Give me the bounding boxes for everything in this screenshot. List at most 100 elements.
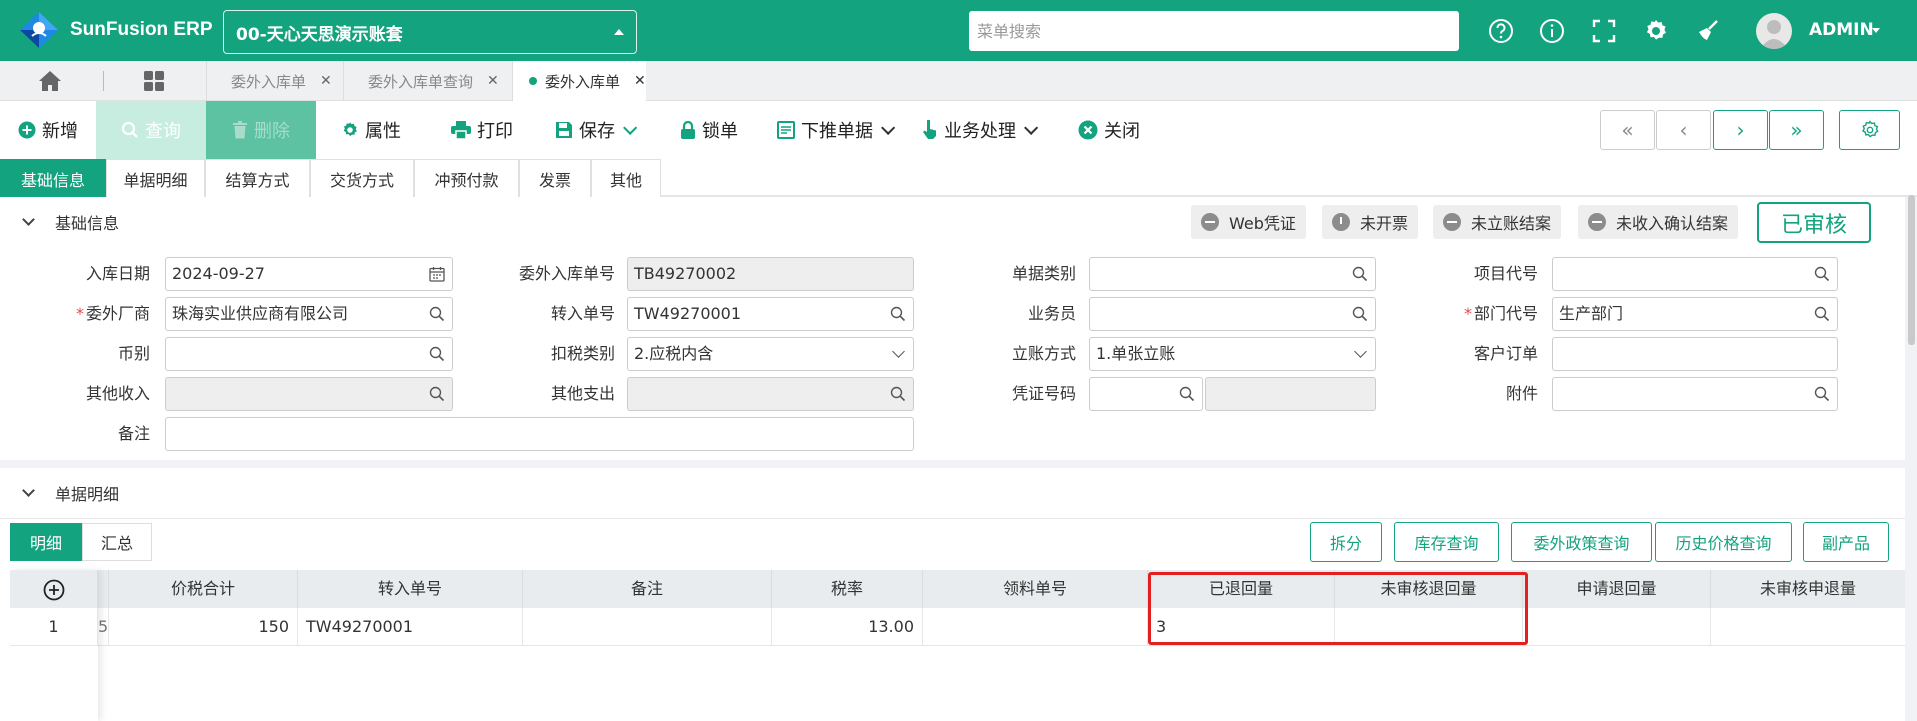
remark-field[interactable] <box>165 417 914 451</box>
transfer-no-field[interactable]: TW49270001 <box>627 297 914 331</box>
search-icon[interactable] <box>429 386 445 402</box>
col-remark-header[interactable]: 备注 <box>523 570 772 608</box>
tab-outsource-receipt-active[interactable]: 委外入库单 ✕ <box>512 61 646 101</box>
tab-outsource-receipt-1[interactable]: 委外入库单 ✕ <box>206 61 343 101</box>
remark-cell[interactable] <box>523 608 772 646</box>
collapse-caret-icon[interactable] <box>22 484 35 497</box>
user-name[interactable]: ADMIN <box>1809 20 1874 40</box>
search-icon[interactable] <box>429 346 445 362</box>
user-menu-caret-icon[interactable] <box>1872 28 1880 33</box>
tax-type-select[interactable]: 2.应税内含 <box>627 337 914 371</box>
clear-cache-broom-icon[interactable] <box>1695 18 1721 44</box>
by-product-button[interactable]: 副产品 <box>1803 522 1889 562</box>
help-icon[interactable] <box>1488 18 1514 44</box>
tab-other[interactable]: 其他 <box>591 159 661 197</box>
first-record-button[interactable]: « <box>1600 110 1655 150</box>
table-row[interactable]: 1 5 150 TW49270001 13.00 3 <box>10 608 1905 646</box>
search-icon[interactable] <box>1814 386 1830 402</box>
in-date-field[interactable]: 2024-09-27 <box>165 257 453 291</box>
search-icon[interactable] <box>1814 266 1830 282</box>
calendar-icon[interactable] <box>429 266 445 282</box>
properties-button[interactable]: 属性 <box>341 101 401 159</box>
next-record-button[interactable]: › <box>1713 110 1768 150</box>
lock-button[interactable]: 锁单 <box>680 101 738 159</box>
tab-basic-info[interactable]: 基础信息 <box>0 159 106 197</box>
doc-type-field[interactable] <box>1089 257 1376 291</box>
basic-info-header[interactable]: 基础信息 <box>0 197 119 247</box>
other-income-field[interactable] <box>165 377 453 411</box>
menu-search-input[interactable] <box>969 11 1459 51</box>
chevron-down-icon[interactable] <box>1354 345 1367 358</box>
search-icon[interactable] <box>429 306 445 322</box>
tab-invoice[interactable]: 发票 <box>519 159 591 197</box>
print-button[interactable]: 打印 <box>451 101 513 159</box>
fullscreen-icon[interactable] <box>1591 18 1617 44</box>
app-grid-icon[interactable] <box>143 70 165 92</box>
voucher-no-field[interactable] <box>1089 377 1203 411</box>
search-icon[interactable] <box>1352 266 1368 282</box>
home-icon[interactable] <box>38 70 62 92</box>
tab-detail[interactable]: 明细 <box>10 523 82 561</box>
close-icon[interactable]: ✕ <box>634 73 646 89</box>
col-tax-rate-header[interactable]: 税率 <box>772 570 923 608</box>
last-record-button[interactable]: » <box>1769 110 1824 150</box>
apply-return-cell[interactable] <box>1523 608 1711 646</box>
outsource-policy-query-button[interactable]: 委外政策查询 <box>1511 522 1652 562</box>
tab-summary[interactable]: 汇总 <box>82 523 152 561</box>
app-logo[interactable]: SunFusion ERP <box>18 10 213 50</box>
chevron-down-icon[interactable] <box>881 120 896 135</box>
new-button[interactable]: 新增 <box>18 101 78 159</box>
settings-gear-icon[interactable] <box>1643 18 1669 44</box>
unaudited-apply-cell[interactable] <box>1711 608 1905 646</box>
transfer-no-cell[interactable]: TW49270001 <box>298 608 523 646</box>
tab-settlement[interactable]: 结算方式 <box>205 159 310 197</box>
collapse-caret-icon[interactable] <box>22 213 35 226</box>
tab-outsource-receipt-query[interactable]: 委外入库单查询 ✕ <box>343 61 512 101</box>
page-scrollbar[interactable] <box>1908 195 1915 345</box>
history-price-query-button[interactable]: 历史价格查询 <box>1655 522 1792 562</box>
delete-button[interactable]: 删除 <box>206 101 316 159</box>
account-mode-select[interactable]: 1.单张立账 <box>1089 337 1376 371</box>
tab-document-detail[interactable]: 单据明细 <box>106 159 205 197</box>
doc-no-field[interactable]: TB49270002 <box>627 257 914 291</box>
business-process-button[interactable]: 业务处理 <box>922 101 1039 159</box>
tax-rate-cell[interactable]: 13.00 <box>772 608 923 646</box>
search-icon[interactable] <box>890 306 906 322</box>
currency-field[interactable] <box>165 337 453 371</box>
search-icon[interactable] <box>1352 306 1368 322</box>
previous-record-button[interactable]: ‹ <box>1656 110 1711 150</box>
account-select[interactable]: 00-天心天思演示账套 <box>223 10 637 54</box>
user-avatar[interactable] <box>1756 13 1792 49</box>
chevron-down-icon[interactable] <box>1024 120 1039 135</box>
tab-delivery[interactable]: 交货方式 <box>310 159 414 197</box>
total-cell[interactable]: 150 <box>109 608 298 646</box>
pick-no-cell[interactable] <box>923 608 1148 646</box>
inventory-query-button[interactable]: 库存查询 <box>1394 522 1499 562</box>
toolbar-settings-button[interactable] <box>1839 110 1900 150</box>
project-code-field[interactable] <box>1552 257 1838 291</box>
push-down-button[interactable]: 下推单据 <box>777 101 896 159</box>
close-icon[interactable]: ✕ <box>320 73 332 89</box>
close-icon[interactable]: ✕ <box>487 73 499 89</box>
query-button[interactable]: 查询 <box>96 101 206 159</box>
search-icon[interactable] <box>890 386 906 402</box>
col-pick-no-header[interactable]: 领料单号 <box>923 570 1148 608</box>
split-button[interactable]: 拆分 <box>1310 522 1382 562</box>
info-icon[interactable] <box>1539 18 1565 44</box>
chevron-down-icon[interactable] <box>892 345 905 358</box>
col-unaudited-apply-header[interactable]: 未审核申退量 <box>1711 570 1905 608</box>
chevron-down-icon[interactable] <box>623 120 638 135</box>
customer-order-field[interactable] <box>1552 337 1838 371</box>
attachment-field[interactable] <box>1552 377 1838 411</box>
search-icon[interactable] <box>1179 386 1195 402</box>
col-total-header[interactable]: 价税合计 <box>109 570 298 608</box>
vendor-field[interactable]: 珠海实业供应商有限公司 <box>165 297 453 331</box>
voucher-detail-field[interactable] <box>1205 377 1376 411</box>
dept-code-field[interactable]: 生产部门 <box>1552 297 1838 331</box>
search-icon[interactable] <box>1814 306 1830 322</box>
document-detail-header[interactable]: 单据明细 <box>0 468 119 518</box>
other-expense-field[interactable] <box>627 377 914 411</box>
salesman-field[interactable] <box>1089 297 1376 331</box>
col-transfer-no-header[interactable]: 转入单号 <box>298 570 523 608</box>
tab-prepayment-offset[interactable]: 冲预付款 <box>414 159 519 197</box>
